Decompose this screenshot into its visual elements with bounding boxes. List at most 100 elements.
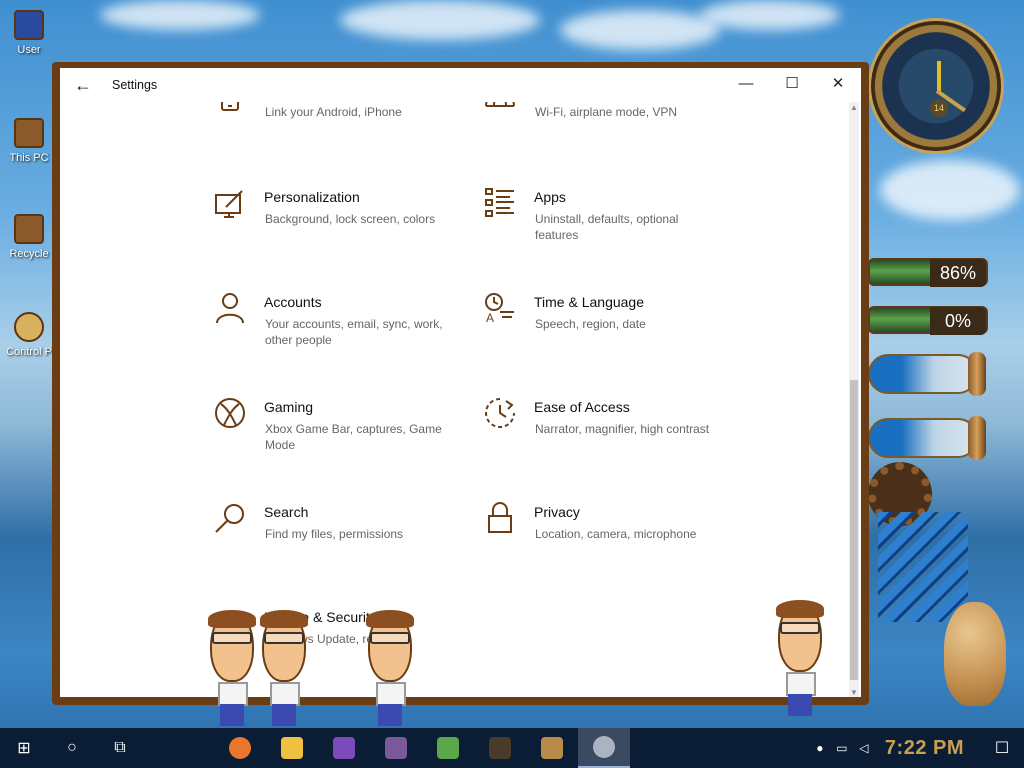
desktop-icon-label: This PC	[9, 152, 49, 164]
clock-date-number: 14	[930, 99, 948, 117]
tile-description: Wi-Fi, airplane mode, VPN	[535, 105, 678, 119]
person-icon	[216, 293, 244, 324]
tile-description: Location, camera, microphone	[535, 527, 697, 541]
lock-icon	[488, 502, 512, 533]
svg-text:A: A	[486, 311, 494, 324]
settings-window: ← Settings — ☐ ✕ Link your Android, iPho…	[52, 62, 869, 705]
tray-app-icon[interactable]: ●	[809, 728, 831, 768]
tile-description: Xbox Game Bar, captures, Game Mode	[265, 422, 442, 452]
window-title: Settings	[112, 78, 158, 92]
drive-tube-2	[868, 416, 986, 460]
taskbar-app-file-explorer[interactable]	[266, 728, 318, 768]
mascot-body	[270, 682, 300, 706]
time-language-icon: A	[485, 293, 514, 324]
folder-icon	[281, 737, 303, 759]
steampunk-clock-widget: 14	[868, 18, 1004, 154]
settings-window-content: ← Settings — ☐ ✕ Link your Android, iPho…	[60, 68, 861, 697]
tile-time-language[interactable]: A Time & Language Speech, region, date	[484, 292, 724, 372]
network-icon[interactable]: ▭	[831, 728, 853, 768]
taskbar-app-settings[interactable]	[578, 728, 630, 768]
tile-phone[interactable]: Link your Android, iPhone	[214, 92, 454, 172]
desktop-icon-user[interactable]: User	[0, 10, 58, 56]
desktop-icon-label: Recycle	[9, 248, 49, 260]
tile-accounts[interactable]: Accounts Your accounts, email, sync, wor…	[214, 292, 454, 372]
close-button[interactable]: ✕	[815, 68, 861, 98]
mascot-glasses	[264, 632, 304, 644]
tile-title: Gaming	[264, 399, 314, 415]
tile-description: Your accounts, email, sync, work, other …	[265, 317, 443, 347]
mascot-glasses	[370, 632, 410, 644]
taskbar-app-game[interactable]	[474, 728, 526, 768]
search-button[interactable]: ○	[48, 728, 96, 768]
apps-list-icon	[485, 188, 514, 217]
tile-title: Apps	[534, 189, 566, 205]
desktop-icon-control-panel[interactable]: Control P	[0, 312, 58, 358]
xbox-icon	[215, 398, 245, 428]
title-bar[interactable]: ← Settings — ☐ ✕	[60, 68, 861, 102]
tile-privacy[interactable]: Privacy Location, camera, microphone	[484, 502, 724, 582]
clock-hour-hand	[937, 61, 941, 91]
tile-description: Speech, region, date	[535, 317, 646, 331]
ease-of-access-icon	[485, 398, 515, 428]
taskbar-app-media[interactable]	[526, 728, 578, 768]
scroll-thumb[interactable]	[850, 380, 858, 680]
media-icon	[541, 737, 563, 759]
mascot-body	[376, 682, 406, 706]
vertical-scrollbar[interactable]: ▲ ▼	[849, 102, 859, 697]
desktop-icon-this-pc[interactable]: This PC	[0, 118, 58, 164]
mascot-hair	[208, 610, 256, 628]
tile-gaming[interactable]: Gaming Xbox Game Bar, captures, Game Mod…	[214, 397, 454, 477]
scroll-down-arrow[interactable]: ▼	[849, 687, 859, 697]
tile-description: Link your Android, iPhone	[265, 105, 402, 119]
tile-apps[interactable]: Apps Uninstall, defaults, optional featu…	[484, 187, 724, 267]
taskbar-clock[interactable]: 7:22 PM	[885, 737, 964, 760]
tile-ease-of-access[interactable]: Ease of Access Narrator, magnifier, high…	[484, 397, 724, 477]
drive-tube-1	[868, 352, 986, 396]
taskbar-app-firefox[interactable]	[214, 728, 266, 768]
hamster-mascot	[944, 602, 1006, 706]
scroll-up-arrow[interactable]: ▲	[849, 102, 859, 114]
window-controls: — ☐ ✕	[723, 68, 861, 98]
back-button[interactable]: ←	[60, 68, 106, 102]
mascot-hair	[366, 610, 414, 628]
desktop-icon-label: Control P	[6, 346, 52, 358]
mascot-hair	[776, 600, 824, 618]
desktop-icon-label: User	[17, 44, 41, 56]
desktop-icon-recycle[interactable]: Recycle	[0, 214, 58, 260]
mascot-body	[218, 682, 248, 706]
system-tray: ● ▭ ◁ 7:22 PM ☐	[809, 728, 1024, 768]
control-panel-icon	[14, 312, 44, 342]
mascot-legs	[788, 694, 812, 716]
mascot-legs	[378, 704, 402, 726]
visual-studio-icon	[333, 737, 355, 759]
tile-description: Background, lock screen, colors	[265, 212, 436, 226]
tile-personalization[interactable]: Personalization Background, lock screen,…	[214, 187, 454, 267]
volume-icon[interactable]: ◁	[853, 728, 875, 768]
tile-title: Accounts	[264, 294, 322, 310]
mascot-legs	[272, 704, 296, 726]
task-view-button[interactable]: ⧉	[96, 728, 144, 768]
tile-search[interactable]: Search Find my files, permissions	[214, 502, 454, 582]
memory-gauge-value: 0%	[930, 307, 986, 335]
maximize-button[interactable]: ☐	[769, 68, 815, 98]
taskbar-app-visual-studio[interactable]	[318, 728, 370, 768]
tile-description: Find my files, permissions	[265, 527, 404, 541]
firefox-icon	[229, 737, 251, 759]
tile-title: Privacy	[534, 504, 580, 520]
tile-title: Ease of Access	[534, 399, 630, 415]
taskbar-app-notepad[interactable]	[422, 728, 474, 768]
tile-title: Time & Language	[534, 294, 644, 310]
notification-center-button[interactable]: ☐	[980, 728, 1024, 768]
tile-network[interactable]: Wi-Fi, airplane mode, VPN	[484, 92, 724, 172]
mascot-glasses	[212, 632, 252, 644]
notepad-icon	[437, 737, 459, 759]
mascot-hair	[260, 610, 308, 628]
minimize-button[interactable]: —	[723, 68, 769, 98]
cpu-gauge-value: 86%	[930, 259, 986, 287]
taskbar-app-cat[interactable]	[370, 728, 422, 768]
tile-description: Narrator, magnifier, high contrast	[535, 422, 710, 436]
tile-description: Uninstall, defaults, optional features	[535, 212, 679, 242]
start-button[interactable]: ⊞	[0, 728, 48, 768]
mascot-legs	[220, 704, 244, 726]
mascot-body	[786, 672, 816, 696]
